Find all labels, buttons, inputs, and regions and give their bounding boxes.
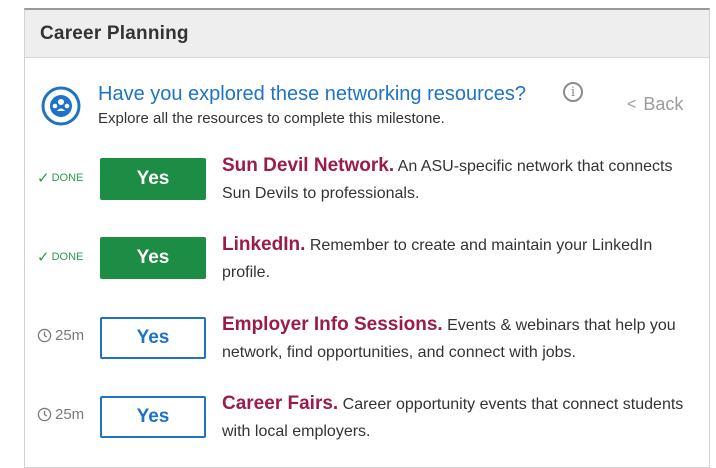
resource-text: Employer Info Sessions. Events & webinar… — [222, 311, 692, 366]
resource-text: Sun Devil Network. An ASU-specific netwo… — [222, 152, 692, 207]
status-time: 25m — [37, 406, 84, 423]
yes-button[interactable]: Yes — [100, 237, 206, 279]
resource-name[interactable]: Sun Devil Network. — [222, 155, 394, 176]
milestone-title: Have you explored these networking resou… — [98, 83, 527, 105]
resource-row-sun-devil-network: ✓ DONE Yes Sun Devil Network. An ASU-spe… — [25, 152, 711, 212]
resource-text: Career Fairs. Career opportunity events … — [222, 390, 692, 445]
status-label: 25m — [55, 327, 85, 344]
chevron-left-icon: < — [627, 95, 637, 113]
back-link[interactable]: < Back — [627, 94, 683, 115]
back-label: Back — [643, 94, 684, 114]
info-icon[interactable]: i — [563, 82, 583, 102]
career-planning-card: Career Planning Have you explored these … — [24, 8, 710, 468]
yes-button[interactable]: Yes — [100, 317, 206, 359]
card-title: Career Planning — [40, 22, 189, 44]
check-icon: ✓ — [37, 249, 50, 266]
yes-button[interactable]: Yes — [100, 158, 206, 200]
network-people-icon — [41, 86, 81, 126]
status-time: 25m — [37, 327, 84, 344]
resource-row-employer-info-sessions: 25m Yes Employer Info Sessions. Events &… — [25, 311, 711, 371]
resource-text: LinkedIn. Remember to create and maintai… — [222, 231, 692, 286]
status-label: DONE — [51, 251, 84, 263]
resource-name[interactable]: LinkedIn. — [222, 234, 305, 255]
resource-name[interactable]: Career Fairs. — [222, 393, 338, 414]
resource-name[interactable]: Employer Info Sessions. — [222, 314, 443, 335]
yes-button[interactable]: Yes — [100, 396, 206, 438]
milestone-header: Have you explored these networking resou… — [41, 80, 701, 136]
status-label: DONE — [51, 172, 84, 184]
card-header: Career Planning — [25, 10, 709, 58]
status-done: ✓ DONE — [37, 248, 83, 266]
status-done: ✓ DONE — [37, 169, 83, 187]
clock-icon — [37, 407, 52, 422]
resource-row-linkedin: ✓ DONE Yes LinkedIn. Remember to create … — [25, 231, 711, 291]
milestone-subtitle: Explore all the resources to complete th… — [98, 110, 445, 127]
status-label: 25m — [55, 406, 85, 423]
resource-row-career-fairs: 25m Yes Career Fairs. Career opportunity… — [25, 390, 711, 450]
check-icon: ✓ — [37, 170, 50, 187]
clock-icon — [37, 328, 52, 343]
